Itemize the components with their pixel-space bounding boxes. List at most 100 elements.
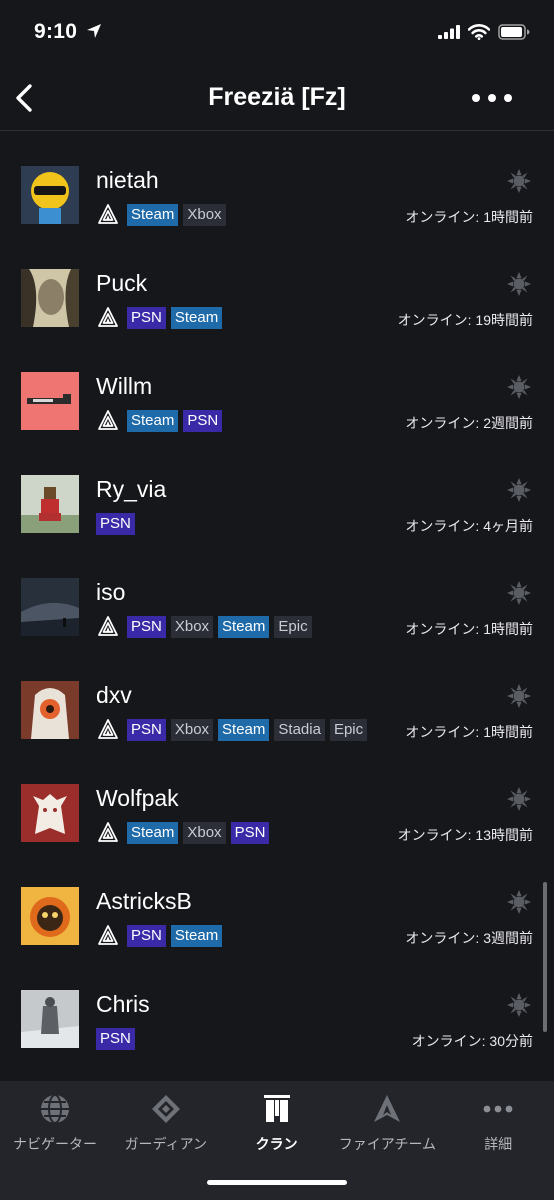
clan-rank-icon	[506, 786, 532, 812]
platform-badge: Steam	[170, 307, 223, 329]
platform-badge: PSN	[127, 616, 166, 638]
platform-badge: Epic	[274, 616, 312, 638]
member-name: iso	[96, 579, 126, 605]
tab-guardian-diamond[interactable]: ガーディアン	[111, 1081, 221, 1161]
cross-save-icon	[96, 615, 122, 639]
member-row[interactable]: Wolfpak Steam Xbox PSN オンライン: 13時間前	[0, 749, 554, 852]
clan-rank-icon	[506, 580, 532, 606]
member-name: Wolfpak	[96, 785, 179, 811]
tab-more-dots[interactable]: 詳細	[443, 1081, 553, 1161]
platform-badge: PSN	[127, 307, 166, 329]
member-row[interactable]: Chris PSN オンライン: 30分前	[0, 955, 554, 1058]
platform-badge: Xbox	[170, 616, 214, 638]
member-name: AstricksB	[96, 888, 192, 914]
member-avatar	[21, 990, 79, 1048]
tab-label: ガーディアン	[124, 1136, 208, 1152]
platform-badges: PSN Xbox Steam Epic	[96, 615, 312, 639]
platform-badge: PSN	[230, 822, 270, 844]
member-row[interactable]: Ry_via PSN オンライン: 4ヶ月前	[0, 440, 554, 543]
more-dots-icon	[470, 94, 514, 112]
scrollbar[interactable]	[543, 882, 547, 1032]
clan-rank-icon	[506, 271, 532, 297]
tab-label: ナビゲーター	[13, 1136, 97, 1152]
member-avatar	[21, 166, 79, 224]
member-avatar	[21, 887, 79, 945]
tab-fireteam[interactable]: ファイアチーム	[332, 1081, 442, 1161]
platform-badge: Stadia	[274, 719, 325, 741]
tab-clan-banner[interactable]: クラン	[222, 1081, 332, 1161]
clan-banner-icon	[261, 1093, 293, 1125]
member-row[interactable]: AstricksB PSN Steam オンライン: 3週間前	[0, 852, 554, 955]
clan-rank-icon	[506, 168, 532, 194]
cross-save-icon	[96, 203, 122, 227]
platform-badges: Steam Xbox PSN	[96, 821, 270, 845]
platform-badges: PSN	[96, 1027, 135, 1051]
member-name: Chris	[96, 991, 150, 1017]
clan-rank-icon	[506, 889, 532, 915]
clan-rank-icon	[506, 477, 532, 503]
platform-badge: Steam	[170, 925, 223, 947]
more-options-button[interactable]	[470, 88, 514, 108]
member-avatar	[21, 372, 79, 430]
cross-save-icon	[96, 306, 122, 330]
member-name: Willm	[96, 373, 153, 399]
tab-label: ファイアチーム	[338, 1136, 437, 1152]
member-avatar	[21, 681, 79, 739]
navigator-globe-icon	[39, 1093, 71, 1125]
platform-badges: PSN	[96, 512, 135, 536]
platform-badge: PSN	[127, 719, 166, 741]
last-online-text: オンライン: 1時間前	[405, 724, 533, 740]
member-row[interactable]: dxv PSN Xbox Steam Stadia Epic オンライン: 1時間前	[0, 646, 554, 749]
member-name: Puck	[96, 270, 148, 296]
member-row[interactable]: Willm Steam PSN オンライン: 2週間前	[0, 337, 554, 440]
member-name: nietah	[96, 167, 159, 193]
last-online-text: オンライン: 19時間前	[397, 312, 533, 328]
platform-badge: PSN	[183, 410, 223, 432]
fireteam-icon	[371, 1093, 403, 1125]
member-row[interactable]: iso PSN Xbox Steam Epic オンライン: 1時間前	[0, 543, 554, 646]
member-name: Ry_via	[96, 476, 167, 502]
last-online-text: オンライン: 3週間前	[405, 930, 533, 946]
platform-badge: Steam	[218, 616, 270, 638]
signal-icon	[438, 25, 460, 44]
clan-rank-icon	[506, 683, 532, 709]
tab-label: 詳細	[484, 1136, 513, 1152]
last-online-text: オンライン: 1時間前	[405, 209, 533, 225]
cross-save-icon	[96, 718, 122, 742]
platform-badge: PSN	[96, 1028, 135, 1050]
clan-rank-icon	[506, 992, 532, 1018]
platform-badge: Xbox	[170, 719, 214, 741]
status-bar: 9:10	[0, 0, 554, 66]
member-name: dxv	[96, 682, 132, 708]
last-online-text: オンライン: 13時間前	[397, 827, 533, 843]
member-avatar	[21, 269, 79, 327]
tab-navigator-globe[interactable]: ナビゲーター	[0, 1081, 110, 1161]
last-online-text: オンライン: 4ヶ月前	[405, 518, 533, 534]
platform-badges: PSN Steam	[96, 924, 223, 948]
cross-save-icon	[96, 409, 122, 433]
platform-badges: PSN Xbox Steam Stadia Epic	[96, 718, 368, 742]
last-online-text: オンライン: 30分前	[411, 1033, 533, 1049]
cross-save-icon	[96, 821, 122, 845]
platform-badges: Steam PSN	[96, 409, 223, 433]
clan-member-list[interactable]: nietah Steam Xbox オンライン: 1時間前 Puck PSN Steam オン…	[0, 131, 554, 1081]
member-row[interactable]: nietah Steam Xbox オンライン: 1時間前	[0, 131, 554, 234]
platform-badges: PSN Steam	[96, 306, 223, 330]
platform-badge: Xbox	[183, 822, 226, 844]
platform-badges: Steam Xbox	[96, 203, 226, 227]
member-avatar	[21, 475, 79, 533]
last-online-text: オンライン: 2週間前	[405, 415, 533, 431]
last-online-text: オンライン: 1時間前	[405, 621, 533, 637]
location-arrow-icon	[86, 23, 102, 44]
status-time: 9:10	[34, 20, 78, 43]
platform-badge: Steam	[127, 410, 179, 432]
home-indicator	[207, 1180, 347, 1185]
platform-badge: Steam	[127, 822, 179, 844]
wifi-icon	[467, 24, 491, 45]
battery-icon	[498, 24, 530, 45]
platform-badge: PSN	[96, 513, 135, 535]
status-icons	[438, 24, 530, 45]
member-row[interactable]: Puck PSN Steam オンライン: 19時間前	[0, 234, 554, 337]
header: Freeziä [Fz]	[0, 66, 554, 131]
clan-rank-icon	[506, 374, 532, 400]
